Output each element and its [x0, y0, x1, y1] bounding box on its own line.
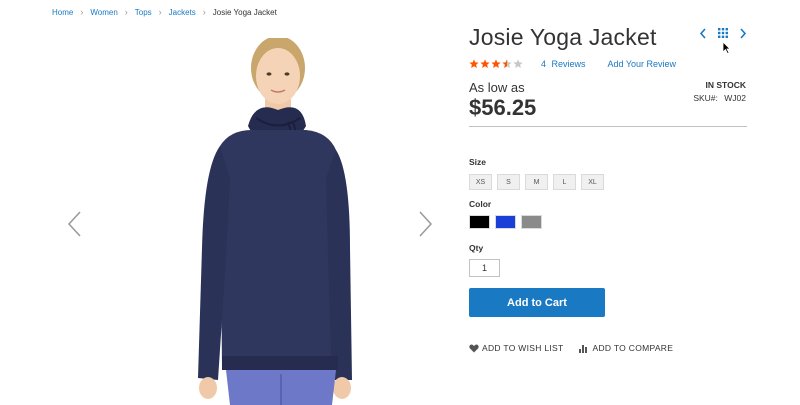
chevron-left-icon [699, 27, 706, 39]
price-prefix: As low as [469, 80, 525, 95]
mouse-cursor-icon [722, 41, 731, 54]
prev-product-button[interactable] [697, 27, 709, 39]
product-actions: Add to Wish List Add to Compare [469, 343, 673, 353]
size-swatch-m[interactable]: M [525, 174, 548, 190]
size-swatch-l[interactable]: L [553, 174, 576, 190]
bar-chart-icon [579, 344, 588, 353]
product-info: Josie Yoga Jacket 4 Reviews Add Your Rev… [469, 0, 749, 405]
star-icon [469, 59, 479, 68]
chevron-right-icon [740, 27, 747, 39]
heart-icon [469, 344, 479, 352]
color-swatch-blue[interactable] [495, 215, 516, 229]
breadcrumb-jackets[interactable]: Jackets [169, 8, 196, 17]
chevron-right-icon [419, 211, 433, 237]
star-icon [502, 59, 512, 68]
gallery-next-button[interactable] [416, 210, 434, 238]
product-navigation [697, 27, 749, 39]
reviews-link[interactable]: 4 Reviews [541, 59, 586, 69]
rating-stars [469, 59, 523, 69]
divider [469, 126, 747, 127]
star-icon [491, 59, 501, 68]
star-icon [480, 59, 490, 68]
grid-icon [718, 28, 728, 38]
page-title: Josie Yoga Jacket [469, 24, 657, 50]
rating-summary: 4 Reviews Add Your Review [469, 59, 676, 69]
breadcrumb: Home › Women › Tops › Jackets › Josie Yo… [52, 7, 277, 17]
color-swatch-black[interactable] [469, 215, 490, 229]
qty-label: Qty [469, 243, 484, 253]
add-to-compare-link[interactable]: Add to Compare [579, 343, 673, 353]
breadcrumb-women[interactable]: Women [90, 8, 117, 17]
breadcrumb-separator-icon: › [124, 7, 128, 17]
color-options [469, 215, 542, 229]
add-to-cart-button[interactable]: Add to Cart [469, 288, 605, 317]
size-label: Size [469, 157, 487, 167]
add-to-wishlist-link[interactable]: Add to Wish List [469, 343, 563, 353]
breadcrumb-separator-icon: › [158, 7, 162, 17]
color-label: Color [469, 199, 492, 209]
size-options: XS S M L XL [469, 174, 604, 190]
breadcrumb-current: Josie Yoga Jacket [212, 7, 277, 17]
breadcrumb-separator-icon: › [80, 7, 84, 17]
qty-input[interactable] [469, 259, 500, 277]
breadcrumb-tops[interactable]: Tops [135, 8, 152, 17]
breadcrumb-home[interactable]: Home [52, 8, 73, 17]
sku-value: WJ02 [724, 93, 746, 103]
color-swatch-gray[interactable] [521, 215, 542, 229]
product-image [198, 38, 352, 405]
stock-status: In stock [705, 80, 746, 90]
size-swatch-xl[interactable]: XL [581, 174, 604, 190]
add-to-compare-label: Add to Compare [592, 343, 674, 353]
add-to-wishlist-label: Add to Wish List [482, 343, 564, 353]
product-grid-button[interactable] [717, 27, 729, 39]
chevron-left-icon [67, 211, 81, 237]
size-swatch-s[interactable]: S [497, 174, 520, 190]
next-product-button[interactable] [737, 27, 749, 39]
sku: SKU#: WJ02 [693, 93, 746, 103]
gallery-prev-button[interactable] [66, 210, 84, 238]
product-price: $56.25 [469, 95, 537, 120]
add-review-link[interactable]: Add Your Review [608, 59, 677, 69]
sku-label: SKU#: [693, 93, 718, 103]
star-icon [513, 59, 523, 68]
size-swatch-xs[interactable]: XS [469, 174, 492, 190]
breadcrumb-separator-icon: › [202, 7, 206, 17]
